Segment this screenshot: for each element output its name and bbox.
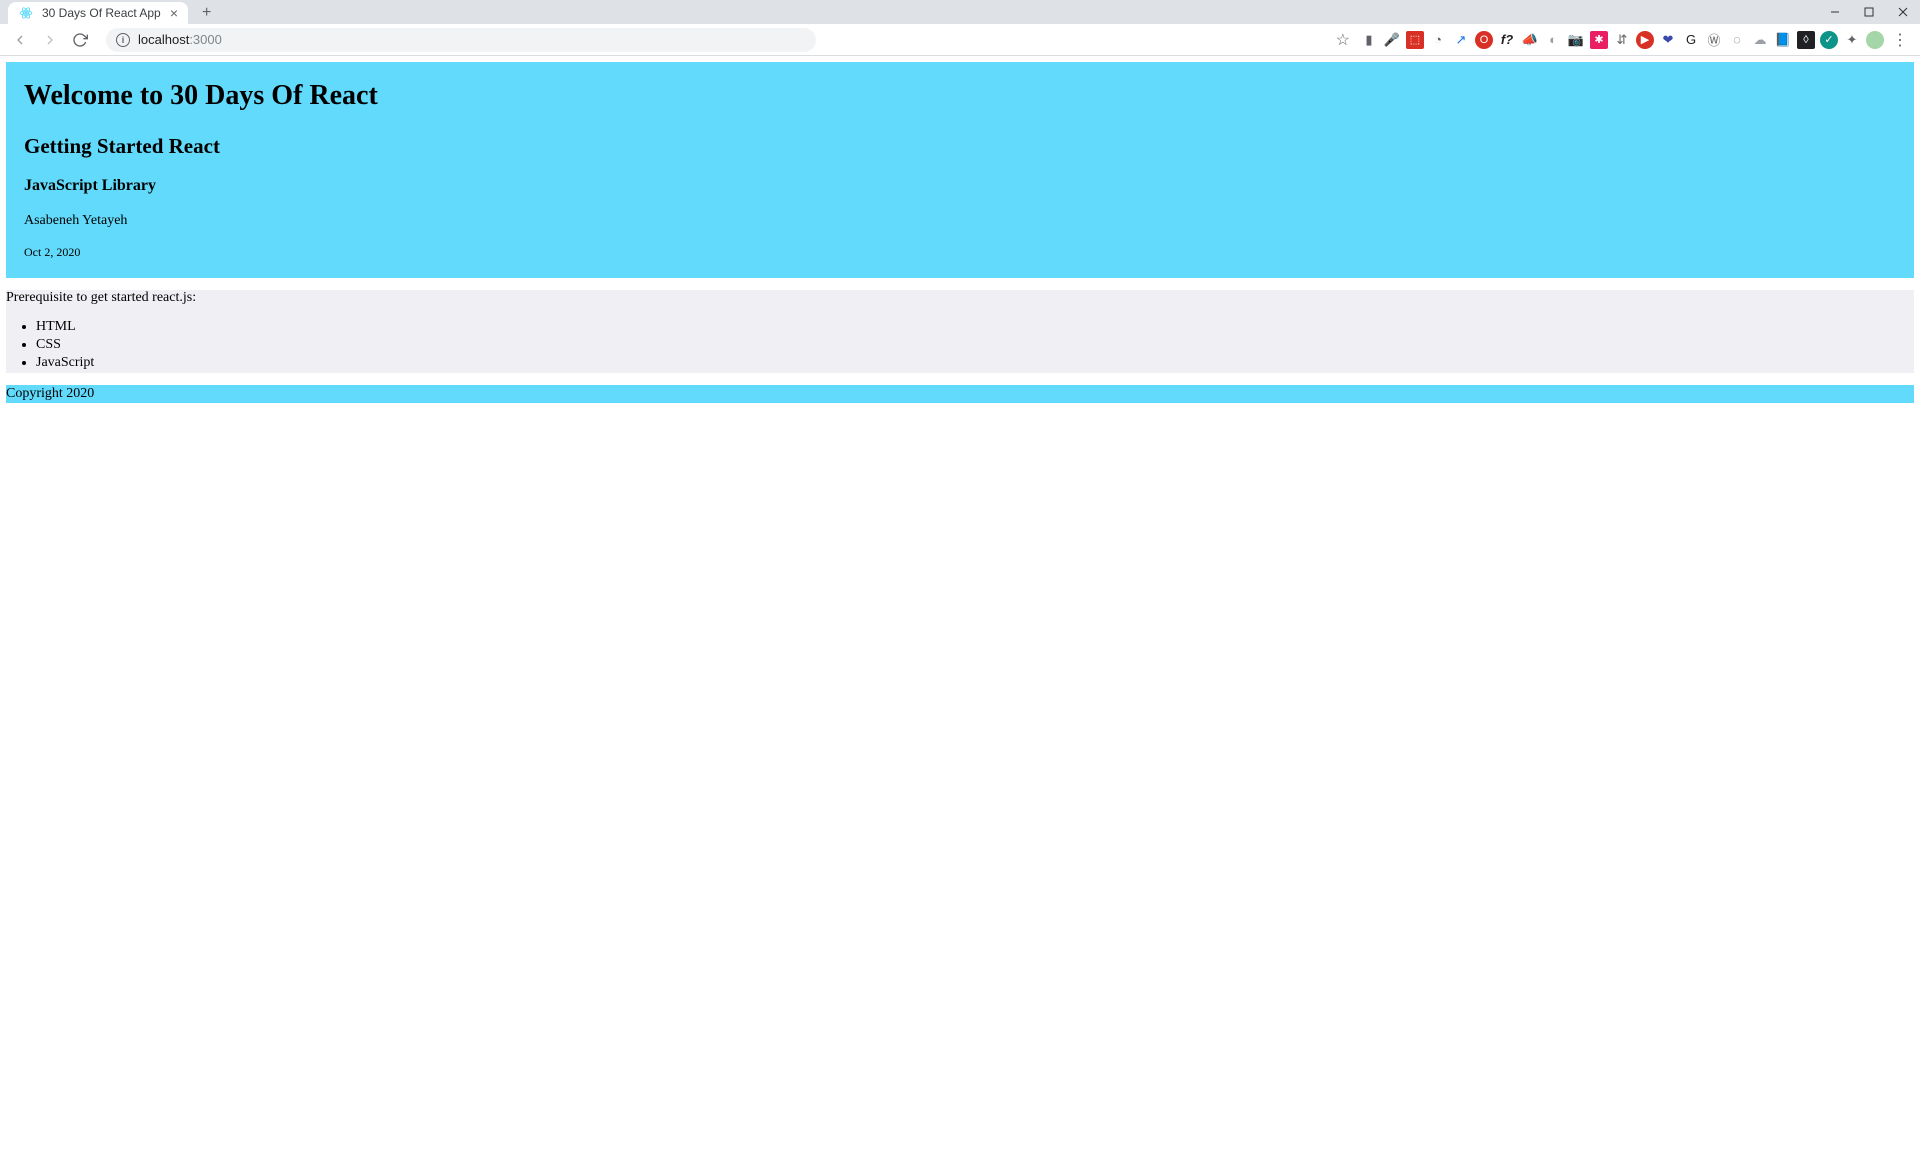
extension-icon[interactable]: O: [1474, 30, 1494, 50]
extension-icon[interactable]: Ⓦ: [1704, 30, 1724, 50]
list-item: CSS: [36, 336, 1914, 354]
address-bar[interactable]: i localhost:3000: [106, 28, 816, 52]
extension-icon[interactable]: ⬚: [1405, 30, 1425, 50]
site-info-icon[interactable]: i: [116, 33, 130, 47]
prerequisite-label: Prerequisite to get started react.js:: [6, 290, 1914, 306]
extension-icon[interactable]: ⇵: [1612, 30, 1632, 50]
browser-tab[interactable]: 30 Days Of React App ×: [8, 2, 188, 24]
prerequisite-list: HTML CSS JavaScript: [6, 318, 1914, 373]
new-tab-button[interactable]: +: [196, 4, 217, 22]
publish-date: Oct 2, 2020: [24, 245, 1896, 260]
page-header: Welcome to 30 Days Of React Getting Star…: [6, 62, 1914, 278]
extension-icon[interactable]: ◐: [1543, 30, 1563, 50]
forward-button[interactable]: [38, 28, 62, 52]
url-text: localhost:3000: [138, 32, 222, 47]
extension-icon[interactable]: f?: [1497, 30, 1517, 50]
back-button[interactable]: [8, 28, 32, 52]
maximize-button[interactable]: [1852, 0, 1886, 24]
list-item: HTML: [36, 318, 1914, 336]
tab-close-icon[interactable]: ×: [170, 5, 178, 21]
browser-tab-bar: 30 Days Of React App × +: [0, 0, 1920, 24]
library-heading: JavaScript Library: [24, 177, 1896, 195]
toolbar-extensions: ☆ ▮ 🎤 ⬚ ◔ ↗ O f? 📣 ◐ 📷 ✱ ⇵ ▶ ❤ G Ⓦ ◌ ☁ 📘…: [1336, 30, 1912, 50]
tab-title: 30 Days Of React App: [42, 6, 162, 20]
extension-icon[interactable]: G: [1681, 30, 1701, 50]
extension-icon[interactable]: 🎤: [1382, 30, 1402, 50]
window-controls: [1818, 0, 1920, 24]
close-window-button[interactable]: [1886, 0, 1920, 24]
main-section: Prerequisite to get started react.js: HT…: [6, 290, 1914, 373]
address-bar-row: i localhost:3000 ☆ ▮ 🎤 ⬚ ◔ ↗ O f? 📣 ◐ 📷 …: [0, 24, 1920, 56]
extension-icon[interactable]: ↗: [1451, 30, 1471, 50]
browser-menu-button[interactable]: ⋮: [1888, 30, 1912, 50]
profile-avatar[interactable]: [1865, 30, 1885, 50]
extension-icon[interactable]: 📣: [1520, 30, 1540, 50]
page-title: Welcome to 30 Days Of React: [24, 80, 1896, 112]
reload-button[interactable]: [68, 28, 92, 52]
react-favicon: [18, 5, 34, 21]
extension-icon[interactable]: ❤: [1658, 30, 1678, 50]
minimize-button[interactable]: [1818, 0, 1852, 24]
extension-icon[interactable]: ☁: [1750, 30, 1770, 50]
extension-icon[interactable]: ✓: [1819, 30, 1839, 50]
page-subtitle: Getting Started React: [24, 134, 1896, 159]
extension-icon[interactable]: ▶: [1635, 30, 1655, 50]
extensions-menu-icon[interactable]: ✦: [1842, 30, 1862, 50]
extension-icon[interactable]: ◔: [1428, 30, 1448, 50]
copyright-text: Copyright 2020: [6, 386, 94, 401]
author-name: Asabeneh Yetayeh: [24, 213, 1896, 229]
extension-icon[interactable]: ▮: [1359, 30, 1379, 50]
page-viewport: Welcome to 30 Days Of React Getting Star…: [0, 56, 1920, 409]
extension-icon[interactable]: 📷: [1566, 30, 1586, 50]
extension-icon[interactable]: 📘: [1773, 30, 1793, 50]
extension-icon[interactable]: ✱: [1589, 30, 1609, 50]
extension-icon[interactable]: ◊: [1796, 30, 1816, 50]
extension-icon[interactable]: ◌: [1727, 30, 1747, 50]
list-item: JavaScript: [36, 354, 1914, 372]
bookmark-star-icon[interactable]: ☆: [1336, 30, 1350, 50]
page-footer: Copyright 2020: [6, 385, 1914, 403]
